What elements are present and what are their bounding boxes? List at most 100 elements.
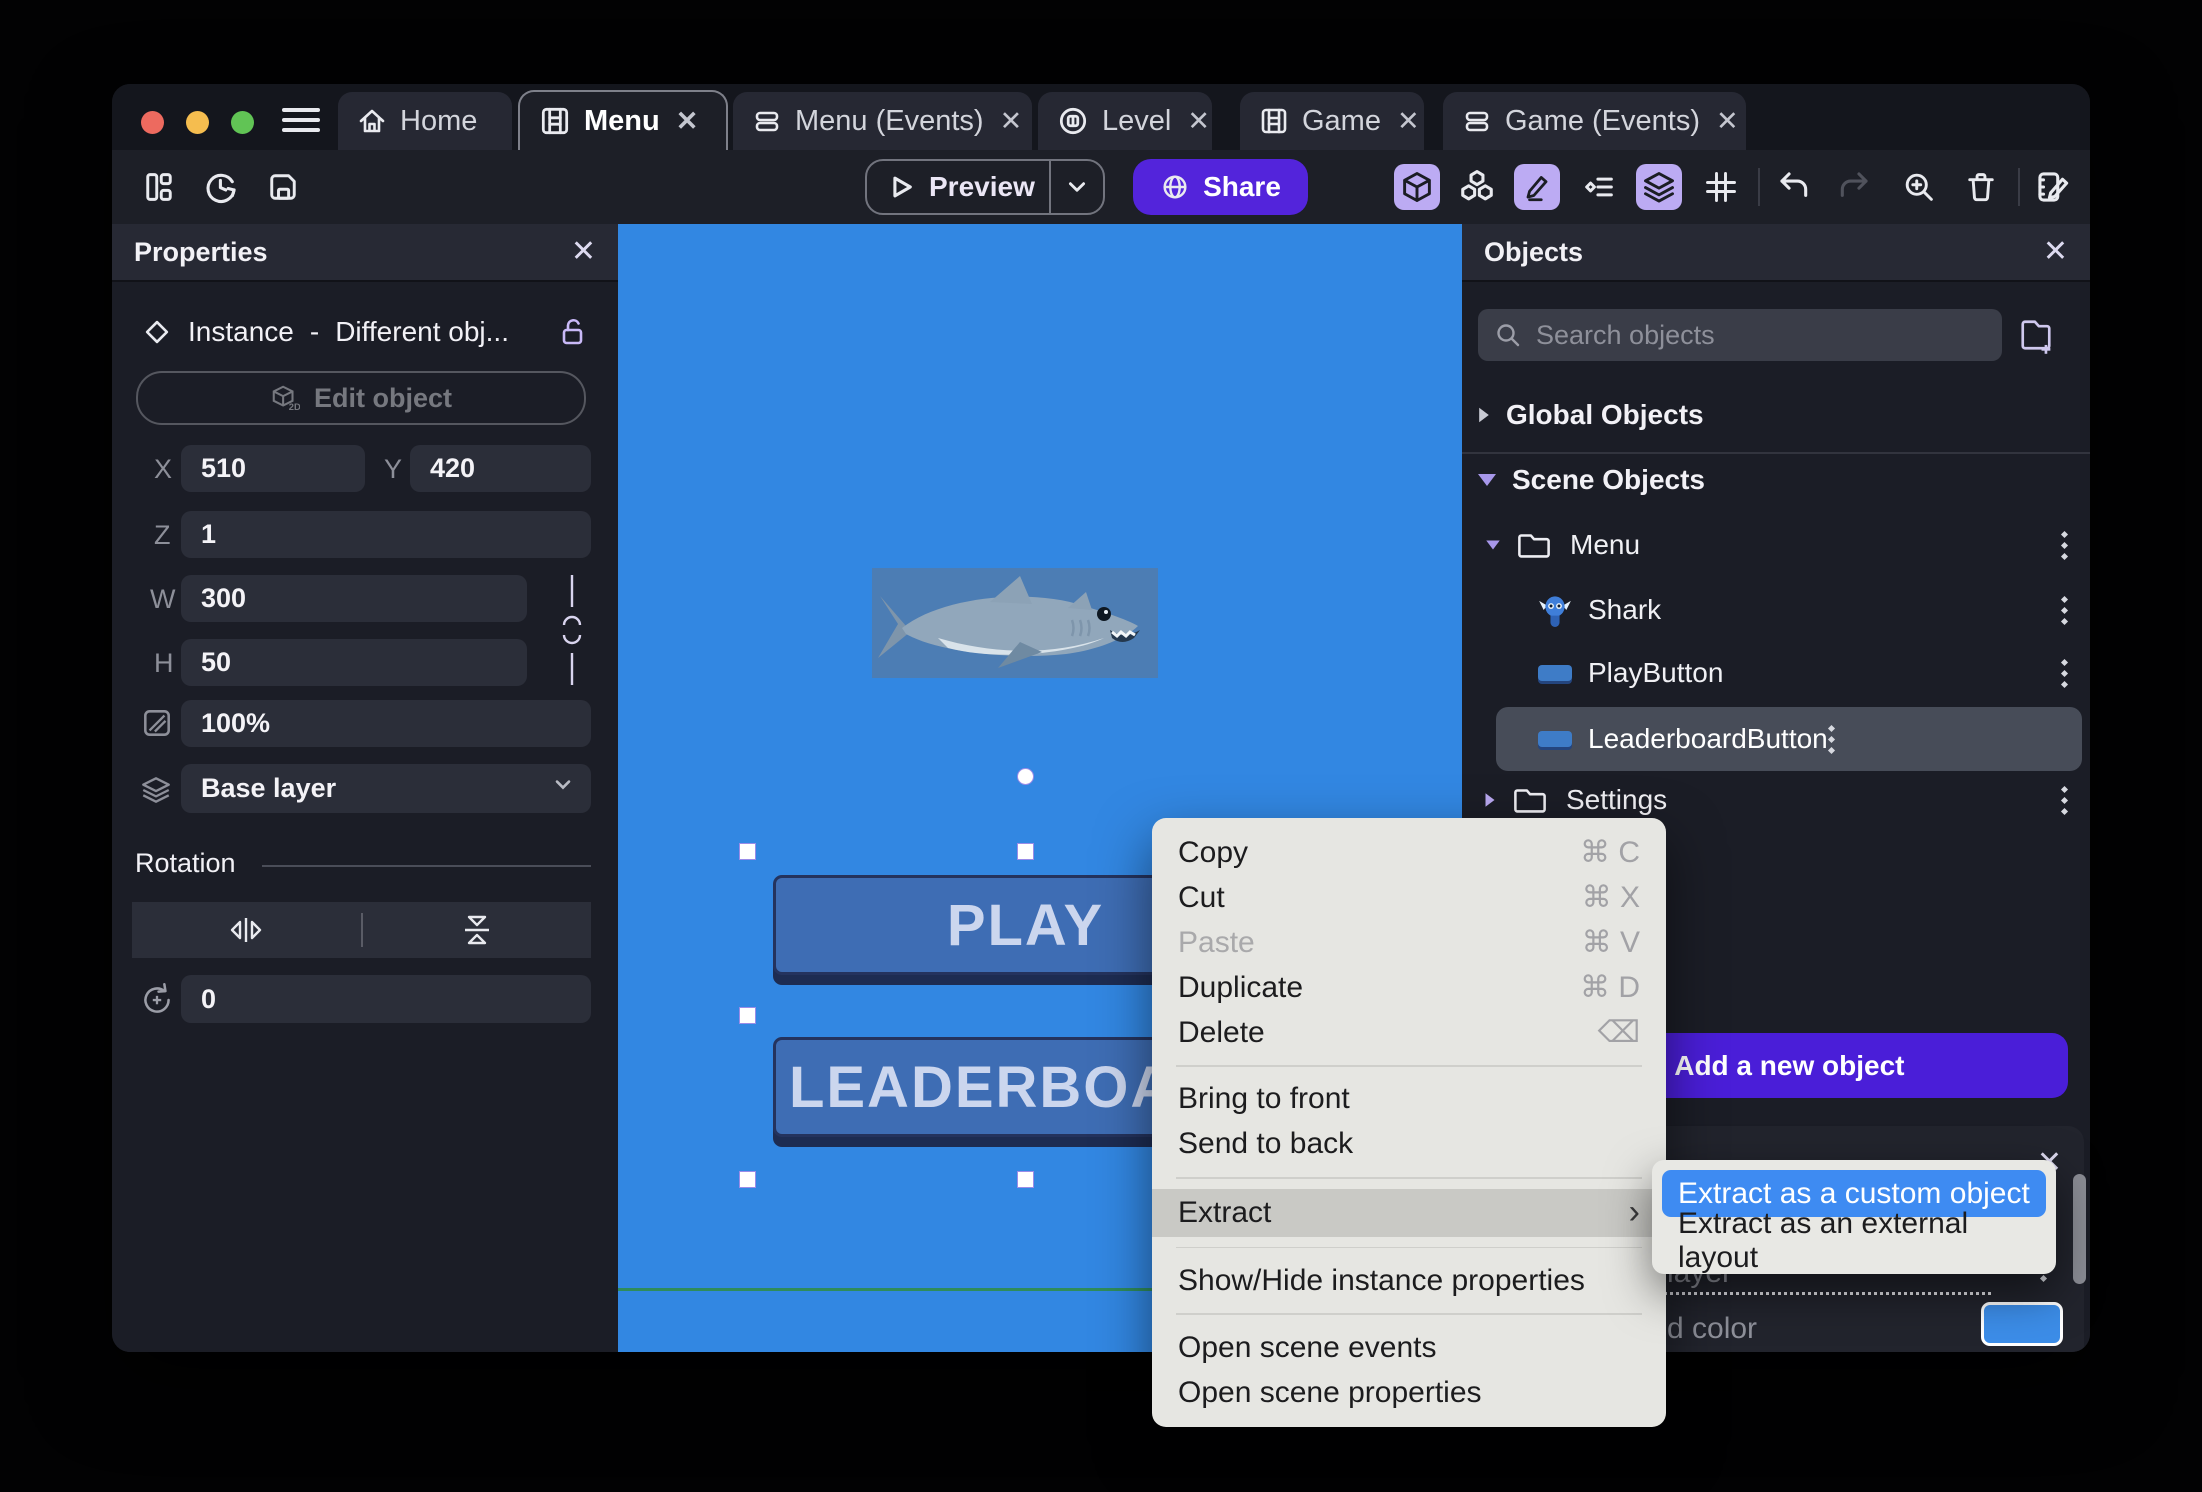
selection-handle-top-center[interactable] (1017, 843, 1034, 860)
zoom-in-icon[interactable] (1896, 164, 1942, 210)
menu-item-send-to-back[interactable]: Send to back (1152, 1122, 1666, 1167)
lock-aspect-ratio-toggle[interactable] (552, 573, 592, 687)
selection-handle-mid-left[interactable] (739, 1007, 756, 1024)
w-field[interactable]: 300 (181, 575, 527, 622)
undo-icon[interactable] (1772, 164, 1818, 210)
close-tab-icon[interactable]: ✕ (1000, 106, 1023, 137)
minimize-window-button[interactable] (186, 111, 209, 134)
objects-search (1478, 309, 2002, 361)
row-menu-icon[interactable] (2060, 785, 2068, 815)
menu-item-duplicate[interactable]: Duplicate ⌘ D (1152, 965, 1666, 1010)
close-tab-icon[interactable]: ✕ (676, 106, 699, 137)
menu-label: Show/Hide instance properties (1178, 1263, 1585, 1297)
menu-item-cut[interactable]: Cut ⌘ X (1152, 875, 1666, 920)
folder-row-menu[interactable]: Menu (1462, 514, 2082, 576)
main-menu-icon[interactable] (282, 108, 320, 136)
flip-vertical-button[interactable] (363, 912, 592, 948)
search-input[interactable] (1536, 319, 1986, 351)
y-field[interactable]: 420 (410, 445, 591, 492)
menu-item-extract[interactable]: Extract › (1152, 1188, 1666, 1237)
object-row-playbutton[interactable]: PlayButton (1462, 642, 2082, 704)
subpanel-scrollbar[interactable] (2073, 1174, 2086, 1284)
selection-handle-bottom-center[interactable] (1017, 1171, 1034, 1188)
h-field[interactable]: 50 (181, 639, 527, 686)
maximize-window-button[interactable] (231, 111, 254, 134)
redo-icon[interactable] (1830, 164, 1876, 210)
menu-item-paste[interactable]: Paste ⌘ V (1152, 920, 1666, 965)
instance-label: Instance (188, 316, 294, 347)
menu-item-copy[interactable]: Copy ⌘ C (1152, 830, 1666, 875)
global-objects-label: Global Objects (1506, 399, 1704, 430)
global-objects-section[interactable]: Global Objects (1478, 399, 1704, 431)
close-tab-icon[interactable]: ✕ (1397, 106, 1420, 137)
opacity-field[interactable]: 100% (181, 700, 591, 747)
chevron-right-icon (1479, 407, 1489, 423)
preview-button[interactable]: Preview (865, 159, 1105, 215)
tab-game[interactable]: Game ✕ (1240, 92, 1424, 150)
shark-sprite[interactable] (872, 568, 1158, 678)
chevron-down-icon (1486, 540, 1500, 550)
close-properties-icon[interactable]: ✕ (571, 237, 596, 267)
chevron-right-icon (1485, 793, 1495, 807)
add-new-object-label: Add a new object (1674, 1049, 1905, 1081)
background-color-swatch[interactable] (1981, 1302, 2063, 1346)
layers-panel-icon[interactable] (1636, 164, 1682, 210)
preview-options-dropdown[interactable] (1051, 176, 1103, 198)
close-tab-icon[interactable]: ✕ (1716, 106, 1739, 137)
panels-layout-icon[interactable] (136, 164, 182, 210)
rotate-selection-handle[interactable] (1017, 768, 1034, 785)
objects-group-icon[interactable] (1454, 164, 1500, 210)
trash-icon[interactable] (1958, 164, 2004, 210)
row-menu-icon[interactable] (1828, 724, 1836, 754)
grid-icon[interactable] (1698, 164, 1744, 210)
flip-toolbar (132, 902, 591, 958)
row-menu-icon[interactable] (2060, 530, 2068, 560)
button-thumbnail (1538, 731, 1572, 747)
edit-object-button[interactable]: 2D Edit object (136, 371, 586, 425)
menu-label: Delete (1178, 1015, 1265, 1049)
menu-item-delete[interactable]: Delete ⌫ (1152, 1010, 1666, 1055)
submenu-item-extract-external-layout[interactable]: Extract as an external layout (1662, 1207, 2046, 1274)
tab-menu-events[interactable]: Menu (Events) ✕ (733, 92, 1032, 150)
tab-menu[interactable]: Menu ✕ (518, 90, 728, 150)
z-field[interactable]: 1 (181, 511, 591, 558)
external-layout-icon (1056, 104, 1090, 138)
menu-item-open-scene-properties[interactable]: Open scene properties (1152, 1370, 1666, 1415)
flip-horizontal-button[interactable] (132, 913, 361, 947)
menu-item-show-hide-instance-properties[interactable]: Show/Hide instance properties (1152, 1258, 1666, 1303)
object-row-shark[interactable]: Shark (1462, 579, 2082, 641)
unlock-icon[interactable] (558, 316, 588, 348)
scene-icon (538, 104, 572, 138)
x-field[interactable]: 510 (181, 445, 365, 492)
preview-main[interactable]: Preview (867, 171, 1049, 203)
tab-game-events[interactable]: Game (Events) ✕ (1443, 92, 1746, 150)
close-window-button[interactable] (141, 111, 164, 134)
selection-handle-top-left[interactable] (739, 843, 756, 860)
selection-handle-bottom-left[interactable] (739, 1171, 756, 1188)
object-3d-view-icon[interactable] (1394, 164, 1440, 210)
scene-properties-icon[interactable] (2030, 164, 2076, 210)
row-menu-icon[interactable] (2060, 595, 2068, 625)
tab-level[interactable]: Level ✕ (1038, 92, 1212, 150)
object-row-leaderboardbutton-selected[interactable]: LeaderboardButton (1496, 707, 2082, 771)
object-name: PlayButton (1588, 657, 1724, 688)
history-icon[interactable] (198, 164, 244, 210)
save-icon[interactable] (260, 164, 306, 210)
layer-select[interactable]: Base layer (181, 764, 591, 813)
menu-item-open-scene-events[interactable]: Open scene events (1152, 1325, 1666, 1370)
share-button[interactable]: Share (1133, 159, 1308, 215)
instances-list-icon[interactable] (1576, 164, 1622, 210)
rotation-field[interactable]: 0 (181, 975, 591, 1023)
close-objects-icon[interactable]: ✕ (2043, 237, 2068, 267)
tab-home[interactable]: Home (338, 92, 512, 150)
background-color-label: d color (1667, 1312, 1758, 1345)
add-folder-icon[interactable] (2014, 312, 2058, 358)
close-tab-icon[interactable]: ✕ (1187, 106, 1210, 137)
scene-objects-section[interactable]: Scene Objects (1478, 464, 1705, 496)
w-label: W (150, 584, 176, 614)
events-icon (1461, 105, 1493, 137)
y-label: Y (384, 454, 403, 484)
edit-mode-pencil-icon[interactable] (1514, 164, 1560, 210)
menu-item-bring-to-front[interactable]: Bring to front (1152, 1077, 1666, 1122)
row-menu-icon[interactable] (2060, 658, 2068, 688)
